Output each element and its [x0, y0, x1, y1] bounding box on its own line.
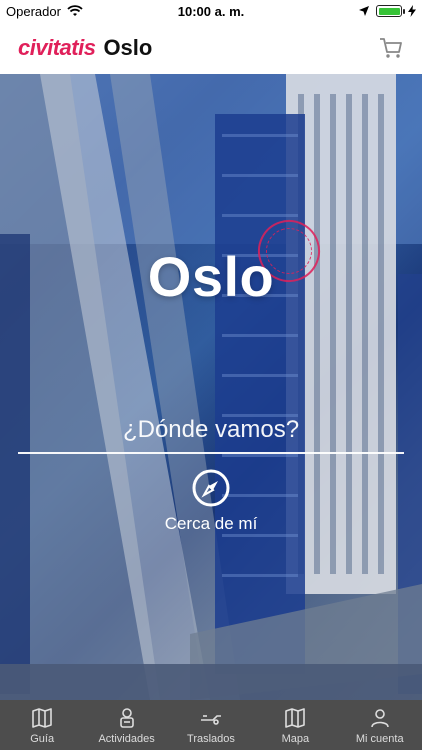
charging-bolt-icon — [408, 5, 416, 17]
status-bar: Operador 10:00 a. m. — [0, 0, 422, 22]
tab-label: Mi cuenta — [355, 732, 404, 745]
hero-section: Oslo Cerca de mí — [0, 74, 422, 700]
hero-title: Oslo — [147, 245, 275, 308]
tab-guia[interactable]: Guía — [0, 700, 84, 750]
tab-label: Actividades — [98, 732, 155, 745]
transfer-icon — [200, 714, 221, 725]
app-header: civitatis Oslo — [0, 22, 422, 74]
tab-actividades[interactable]: Actividades — [85, 700, 169, 750]
near-me-button[interactable]: Cerca de mí — [0, 468, 422, 534]
tab-label: Traslados — [187, 732, 235, 745]
battery-icon — [376, 5, 405, 17]
map-icon — [32, 707, 52, 728]
tab-traslados[interactable]: Traslados — [169, 700, 253, 750]
status-left: Operador — [6, 4, 83, 19]
wifi-icon — [67, 5, 83, 16]
tab-label: Guía — [30, 732, 55, 745]
location-arrow-icon — [359, 6, 369, 16]
destination-search-input[interactable] — [18, 416, 404, 444]
destination-search[interactable] — [18, 404, 404, 454]
carrier-label: Operador — [6, 3, 61, 19]
person-icon — [119, 707, 134, 728]
brand: civitatis Oslo — [18, 35, 152, 61]
bottom-tab-bar: Guía Actividades Traslados Mapa Mi cuent… — [0, 700, 422, 750]
tab-label: Mapa — [281, 732, 310, 745]
status-right — [358, 5, 416, 17]
map-icon — [285, 707, 306, 728]
near-me-label: Cerca de mí — [164, 514, 258, 533]
tab-mi-cuenta[interactable]: Mi cuenta — [338, 700, 422, 750]
cart-icon[interactable] — [378, 35, 404, 61]
city-background-image — [0, 74, 422, 700]
tab-mapa[interactable]: Mapa — [253, 700, 337, 750]
compass-icon — [192, 469, 230, 507]
civitatis-logo[interactable]: civitatis — [18, 35, 96, 61]
user-icon — [370, 708, 389, 727]
header-city-title: Oslo — [103, 35, 153, 60]
